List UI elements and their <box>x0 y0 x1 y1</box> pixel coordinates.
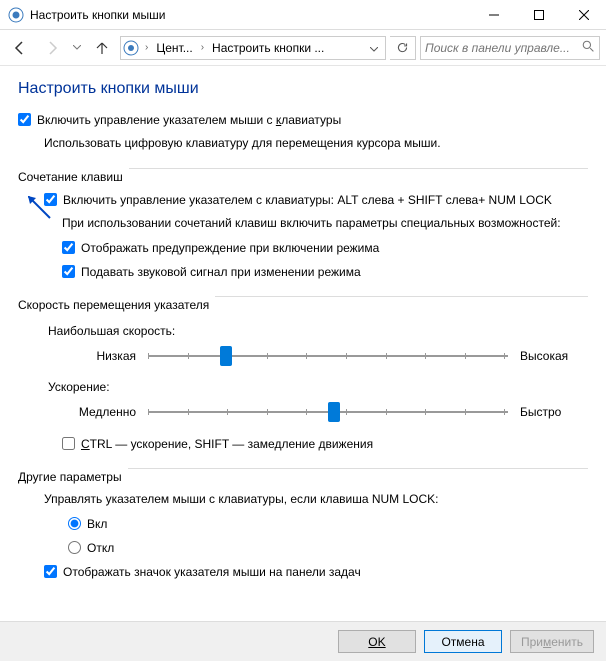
breadcrumb-1[interactable]: Цент... <box>154 41 194 55</box>
ok-button[interactable]: OK <box>338 630 416 653</box>
history-dropdown[interactable] <box>70 34 84 62</box>
ctrl-shift-label: CTRL — ускорение, SHIFT — замедление дви… <box>81 436 373 452</box>
ctrl-shift-checkbox[interactable] <box>62 437 75 450</box>
breadcrumb-2[interactable]: Настроить кнопки ... <box>210 41 326 55</box>
search-icon[interactable] <box>582 40 595 56</box>
window-title: Настроить кнопки мыши <box>30 8 471 22</box>
other-group-label: Другие параметры <box>18 470 122 484</box>
cancel-button[interactable]: Отмена <box>424 630 502 653</box>
numlock-on-radio[interactable] <box>68 517 81 530</box>
accel-label: Ускорение: <box>18 380 588 394</box>
shortcut-enable-label: Включить управление указателем с клавиат… <box>63 192 552 208</box>
forward-button[interactable] <box>38 34 66 62</box>
page-title: Настроить кнопки мыши <box>18 80 588 98</box>
sound-checkbox[interactable] <box>62 265 75 278</box>
search-box[interactable] <box>420 36 600 60</box>
app-icon <box>8 7 24 23</box>
minimize-button[interactable] <box>471 0 516 30</box>
refresh-button[interactable] <box>390 36 416 60</box>
back-button[interactable] <box>6 34 34 62</box>
enable-mousekeys-desc: Использовать цифровую клавиатуру для пер… <box>18 136 588 150</box>
shortcut-group-label: Сочетание клавиш <box>18 170 123 184</box>
tray-icon-label: Отображать значок указателя мыши на пане… <box>63 564 361 580</box>
top-speed-label: Наибольшая скорость: <box>18 324 588 338</box>
numlock-off-label: Откл <box>87 540 114 556</box>
sound-label: Подавать звуковой сигнал при изменении р… <box>81 264 361 280</box>
divider <box>128 468 588 469</box>
numlock-question: Управлять указателем мыши с клавиатуры, … <box>18 492 588 506</box>
control-panel-icon <box>123 40 139 56</box>
close-button[interactable] <box>561 0 606 30</box>
chevron-right-icon: › <box>143 42 150 53</box>
maximize-button[interactable] <box>516 0 561 30</box>
numlock-on-label: Вкл <box>87 516 107 532</box>
address-bar[interactable]: › Цент... › Настроить кнопки ... <box>120 36 386 60</box>
top-speed-slider[interactable] <box>148 344 508 368</box>
enable-mousekeys-checkbox[interactable] <box>18 113 31 126</box>
top-speed-left-label: Низкая <box>68 349 148 363</box>
up-button[interactable] <box>88 34 116 62</box>
address-dropdown[interactable] <box>365 41 383 55</box>
shortcut-enable-checkbox[interactable] <box>44 193 57 206</box>
warn-label: Отображать предупреждение при включении … <box>81 240 379 256</box>
accel-right-label: Быстро <box>508 405 588 419</box>
tray-icon-checkbox[interactable] <box>44 565 57 578</box>
accel-left-label: Медленно <box>68 405 148 419</box>
apply-button[interactable]: Применить <box>510 630 594 653</box>
chevron-right-icon: › <box>199 42 206 53</box>
speed-group-label: Скорость перемещения указателя <box>18 298 209 312</box>
search-input[interactable] <box>425 41 582 55</box>
divider <box>215 296 588 297</box>
warn-checkbox[interactable] <box>62 241 75 254</box>
shortcut-sub-desc: При использовании сочетаний клавиш включ… <box>18 216 588 230</box>
numlock-off-radio[interactable] <box>68 541 81 554</box>
accel-slider[interactable] <box>148 400 508 424</box>
divider <box>129 168 588 169</box>
top-speed-right-label: Высокая <box>508 349 588 363</box>
enable-mousekeys-label: Включить управление указателем мыши с кл… <box>37 112 341 128</box>
